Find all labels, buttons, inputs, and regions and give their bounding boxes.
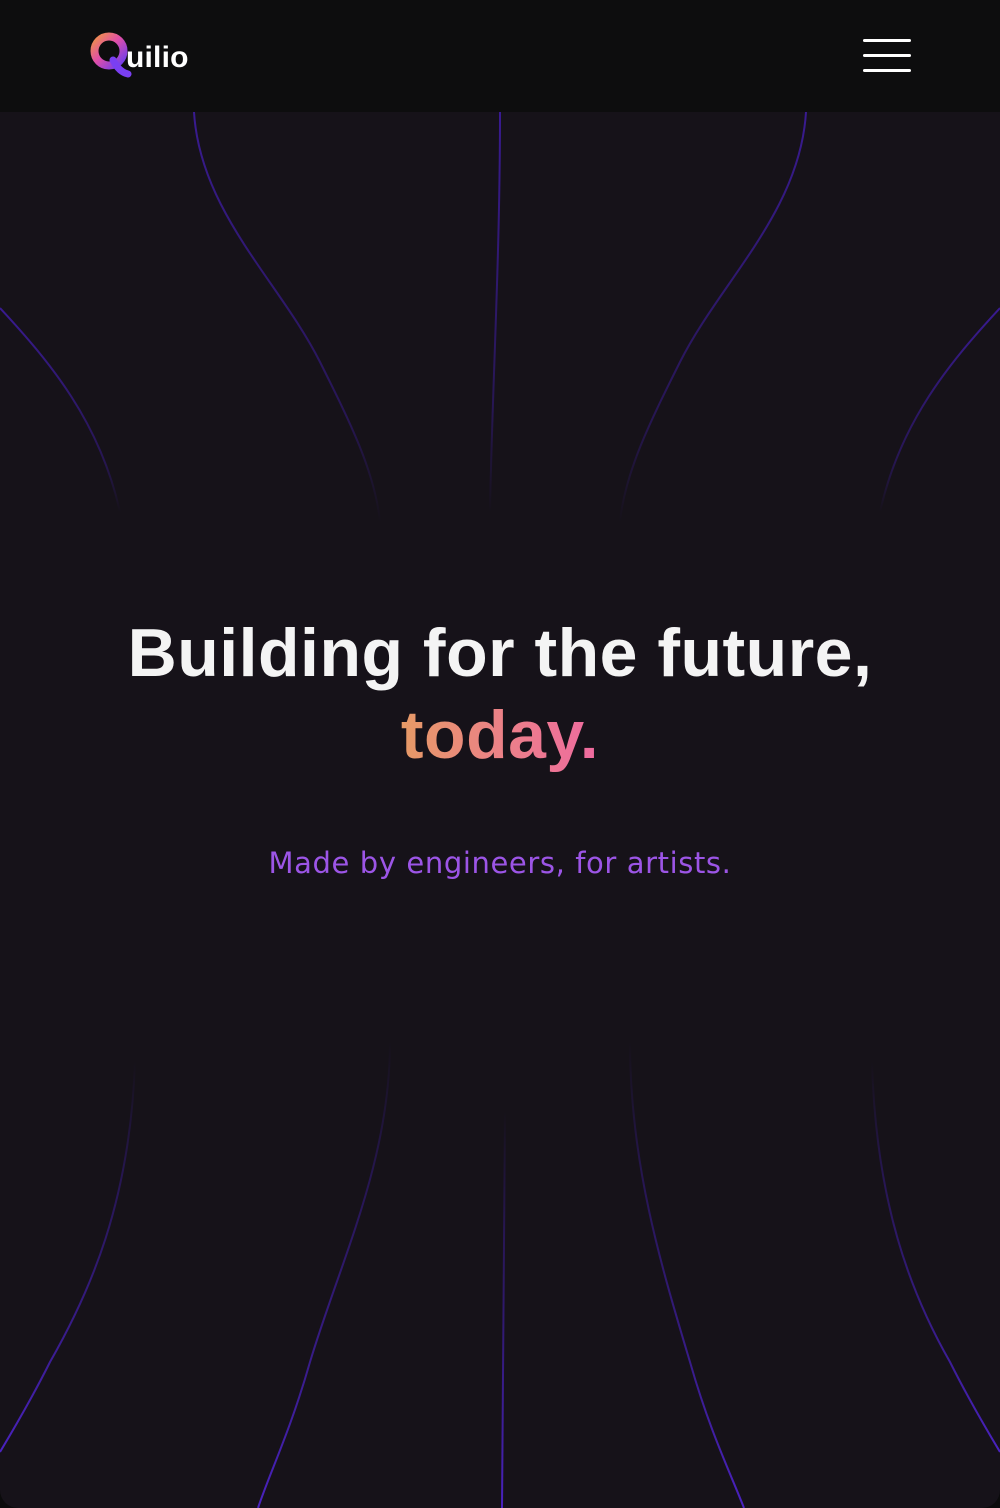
top-navbar: uilio bbox=[0, 0, 1000, 112]
page-frame: uilio Building for the future, today. Ma… bbox=[0, 0, 1000, 1508]
logo-wordmark: uilio bbox=[126, 41, 189, 74]
hero-section: Building for the future, today. Made by … bbox=[0, 612, 1000, 880]
menu-bar-top bbox=[863, 39, 911, 42]
top-grid bbox=[0, 112, 1000, 523]
quilio-logo[interactable]: uilio bbox=[88, 28, 189, 80]
menu-bar-middle bbox=[863, 54, 911, 57]
hamburger-menu-button[interactable] bbox=[860, 36, 914, 76]
menu-bar-bottom bbox=[863, 69, 911, 72]
hero-title: Building for the future, today. bbox=[0, 612, 1000, 776]
hero-subtitle: Made by engineers, for artists. bbox=[268, 846, 732, 880]
bottom-grid bbox=[0, 1041, 1000, 1508]
hero-title-accent: today. bbox=[400, 697, 600, 773]
hero-title-line: Building for the future, bbox=[127, 615, 873, 691]
